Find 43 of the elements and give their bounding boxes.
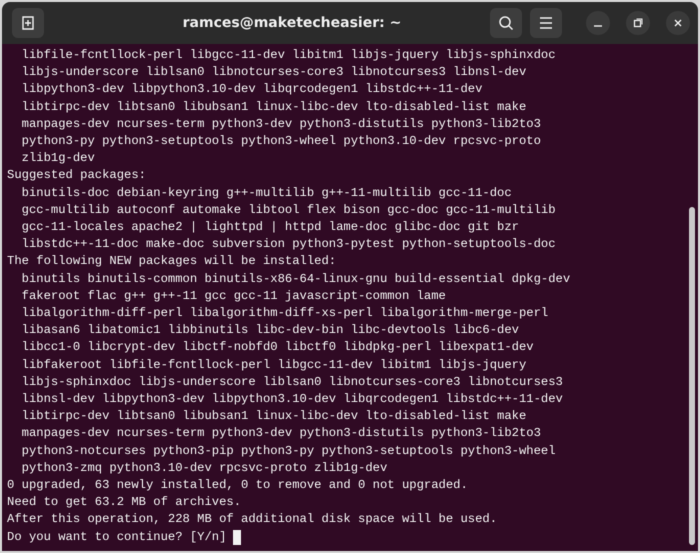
maximize-icon [633, 18, 643, 28]
terminal-line: libcc1-0 libcrypt-dev libctf-nobfd0 libctf0 libdpkg-perl libexpat1-dev [20, 339, 534, 356]
window-title: ramces@maketecheasier: ~ [182, 14, 402, 32]
terminal-line: python3-notcurses python3-pip python3-py python3-setuptools python3-wheel [20, 442, 556, 460]
close-icon [673, 18, 683, 28]
terminal-line: libfakeroot libfile-fcntllock-perl libgcc-11-dev libitm1 libjs-jquery [20, 356, 526, 374]
menu-button[interactable] [530, 8, 562, 38]
terminal-line: After this operation, 228 MB of additional disk space will be used. [7, 511, 498, 528]
minimize-icon [594, 25, 602, 27]
new-tab-button[interactable] [12, 8, 44, 38]
new-tab-icon [20, 15, 36, 31]
menu-icon [539, 17, 553, 29]
terminal-line: fakeroot flac g++ g++-11 gcc gcc-11 javascript-common lame [20, 288, 446, 305]
terminal-line: libalgorithm-diff-perl libalgorithm-diff-xs-perl libalgorithm-merge-perl [20, 305, 548, 322]
terminal-line: libjs-sphinxdoc libjs-underscore liblsan0 libnotcurses-core3 libnotcurses3 [20, 374, 563, 391]
terminal-line: libjs-underscore liblsan0 libnotcurses-core3 libnotcurses3 libnsl-dev [20, 64, 526, 82]
terminal-line: gcc-11-locales apache2 | lighttpd | httpd lame-doc glibc-doc git bzr [20, 219, 519, 236]
terminal-line: libnsl-dev libpython3-dev libpython3.10-dev libqrcodegen1 libstdc++-11-dev [20, 391, 563, 408]
search-icon [498, 15, 514, 31]
terminal-line: manpages-dev ncurses-term python3-dev python3-distutils python3-lib2to3 [20, 116, 541, 133]
terminal-line: binutils binutils-common binutils-x86-64-linux-gnu build-essential dpkg-dev [20, 270, 570, 288]
search-button[interactable] [490, 8, 522, 38]
maximize-button[interactable] [626, 11, 650, 35]
terminal-line: libfile-fcntllock-perl libgcc-11-dev libitm1 libjs-jquery libjs-sphinxdoc [20, 47, 556, 64]
terminal-line: zlib1g-dev [20, 150, 95, 168]
terminal-line: manpages-dev ncurses-term python3-dev python3-distutils python3-lib2to3 [20, 425, 541, 442]
terminal-line: libpython3-dev libpython3.10-dev libqrcodegen1 libstdc++-11-dev [20, 81, 482, 98]
prompt-line: Do you want to continue? [Y/n] [7, 528, 226, 546]
terminal-line: python3-py python3-setuptools python3-wheel python3.10-dev rpcsvc-proto [20, 133, 541, 150]
close-button[interactable] [666, 11, 690, 35]
terminal-line: libtirpc-dev libtsan0 libubsan1 linux-libc-dev lto-disabled-list make [20, 408, 526, 426]
scrollbar-thumb[interactable] [689, 207, 695, 545]
terminal-line: python3-zmq python3.10-dev rpcsvc-proto zlib1g-dev [20, 460, 388, 477]
terminal-line: The following NEW packages will be installed: [7, 253, 336, 270]
terminal-line: libtirpc-dev libtsan0 libubsan1 linux-libc-dev lto-disabled-list make [20, 98, 526, 116]
terminal-line: Need to get 63.2 MB of archives. [7, 494, 242, 512]
terminal-line: libstdc++-11-doc make-doc subversion python3-pytest python-setuptools-doc [20, 236, 556, 254]
terminal-line: libasan6 libatomic1 libbinutils libc-dev-bin libc-devtools libc6-dev [20, 322, 519, 340]
terminal-line: 0 upgraded, 63 newly installed, 0 to remove and 0 not upgraded. [7, 477, 468, 494]
terminal-line: gcc-multilib autoconf automake libtool flex bison gcc-doc gcc-11-multilib [20, 202, 556, 219]
terminal-line: binutils-doc debian-keyring g++-multilib g++-11-multilib gcc-11-doc [20, 184, 512, 202]
minimize-button[interactable] [586, 11, 610, 35]
terminal-line: Suggested packages: [7, 167, 146, 184]
